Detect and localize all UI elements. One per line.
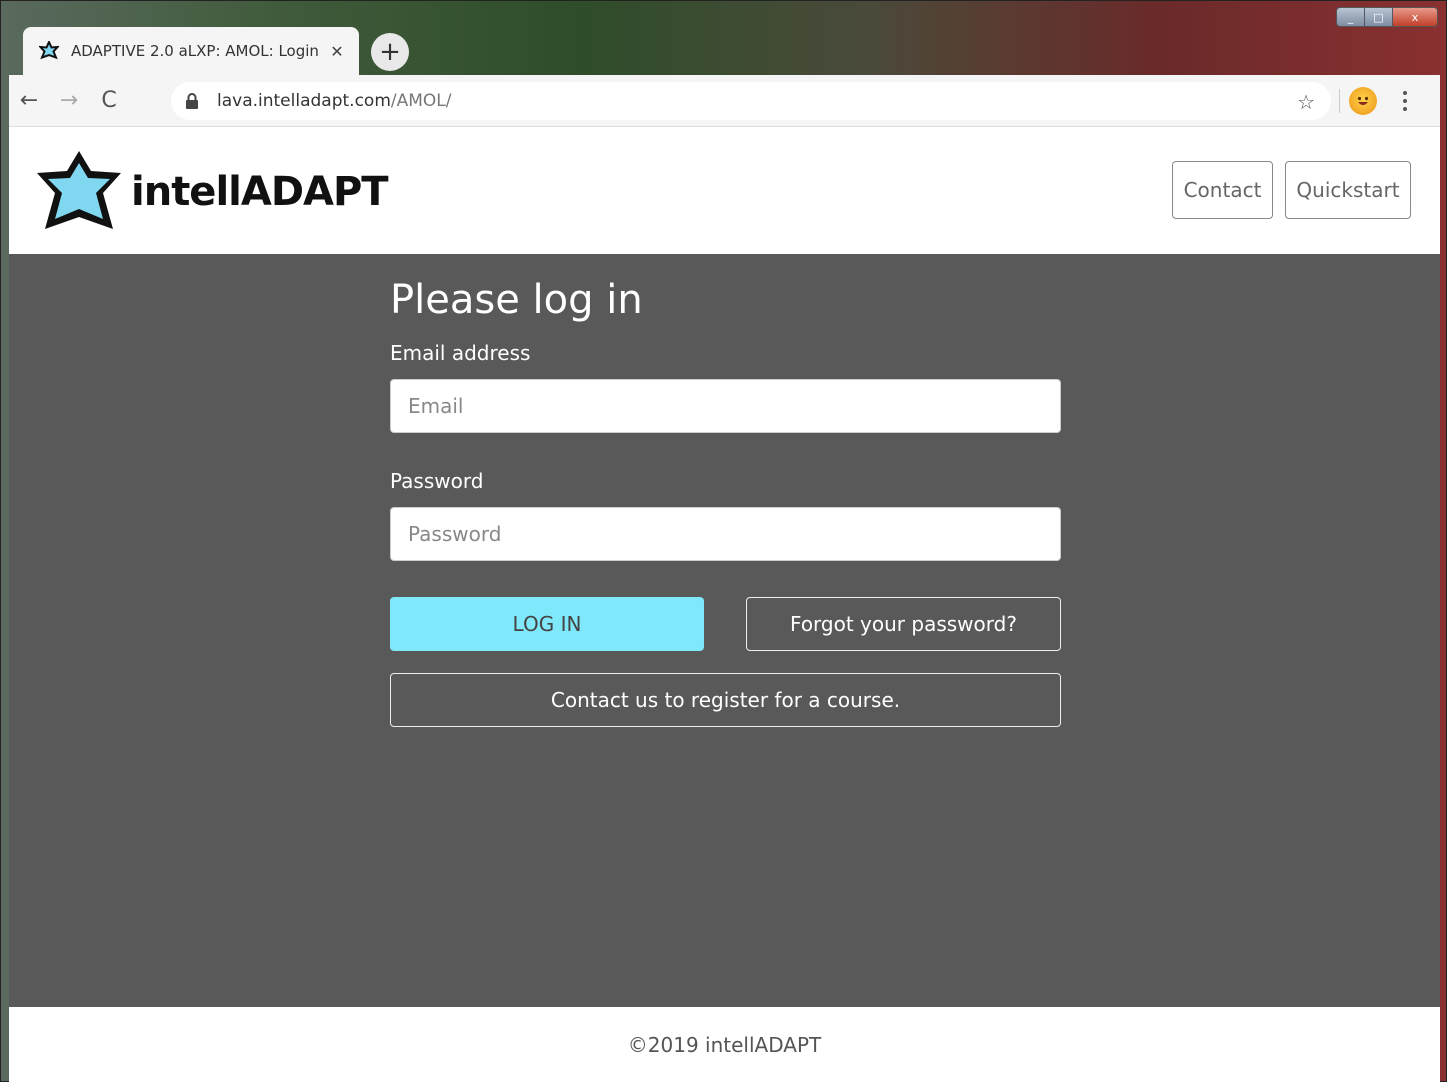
copyright-text: ©2019 intellADAPT [627,1033,822,1057]
login-button[interactable]: LOG IN [390,597,704,651]
page-title: Please log in [390,277,643,323]
lock-icon [186,93,198,109]
password-label: Password [390,469,484,493]
maximize-button[interactable]: □ [1365,8,1393,26]
more-menu-icon[interactable] [1395,85,1415,117]
address-bar[interactable]: lava.intelladapt.com/AMOL/ ☆ [171,82,1331,120]
reload-icon[interactable]: C [89,81,129,121]
email-label: Email address [390,341,531,365]
toolbar-divider [1339,89,1340,113]
forward-icon[interactable]: → [49,81,89,121]
back-icon[interactable]: ← [9,81,49,121]
button-row: LOG IN Forgot your password? [390,597,1061,651]
new-tab-button[interactable]: + [371,33,409,71]
browser-toolbar: ← → C lava.intelladapt.com/AMOL/ ☆ [9,75,1440,127]
site-logo[interactable]: intellADAPT [33,147,389,237]
register-button[interactable]: Contact us to register for a course. [390,673,1061,727]
site-header: intellADAPT Contact Quickstart [9,127,1440,254]
tab-active[interactable]: ADAPTIVE 2.0 aLXP: AMOL: Login ✕ [23,27,359,75]
email-input[interactable] [390,379,1061,433]
window-controls: _ □ x [1336,7,1438,27]
site-footer: ©2019 intellADAPT [9,1007,1440,1082]
password-input[interactable] [390,507,1061,561]
browser-window: _ □ x ADAPTIVE 2.0 aLXP: AMOL: Login ✕ +… [0,0,1447,1082]
star-logo-icon [37,151,121,229]
quickstart-button[interactable]: Quickstart [1285,161,1411,219]
logo-text: intellADAPT [131,169,389,215]
minimize-button[interactable]: _ [1337,8,1365,26]
login-form: Please log in Email address Password LOG… [390,277,1061,727]
close-window-button[interactable]: x [1393,8,1437,26]
url-text: lava.intelladapt.com/AMOL/ [217,91,452,111]
bookmark-star-icon[interactable]: ☆ [1297,90,1315,114]
profile-avatar-icon[interactable] [1349,87,1377,115]
page-viewport: intellADAPT Contact Quickstart Please lo… [9,127,1440,1082]
title-bar: _ □ x ADAPTIVE 2.0 aLXP: AMOL: Login ✕ + [1,1,1446,75]
star-favicon-icon [39,41,59,60]
tab-close-icon[interactable]: ✕ [327,42,347,61]
emoji-face-icon [1357,96,1369,105]
tab-title: ADAPTIVE 2.0 aLXP: AMOL: Login [71,42,319,60]
forgot-password-button[interactable]: Forgot your password? [746,597,1061,651]
contact-button[interactable]: Contact [1172,161,1273,219]
